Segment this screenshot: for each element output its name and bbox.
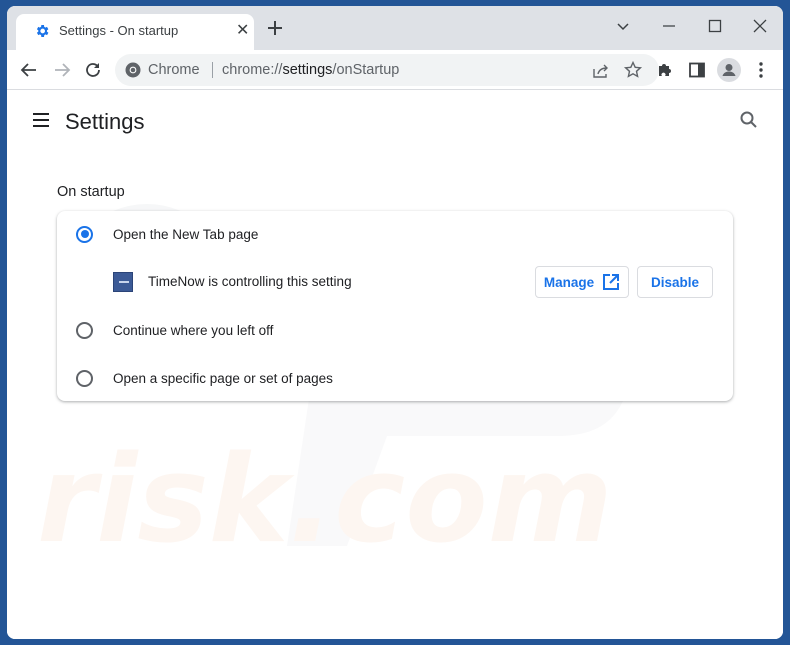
page-title: Settings (65, 109, 145, 134)
close-tab-icon[interactable]: ✕ (236, 20, 249, 40)
option-specific-pages[interactable]: Open a specific page or set of pages (57, 355, 733, 401)
maximize-icon[interactable] (703, 14, 727, 38)
bookmark-star-icon[interactable] (623, 60, 643, 80)
forward-icon[interactable] (50, 58, 74, 82)
settings-page: risk.com Settings On startup Open the Ne… (7, 91, 783, 639)
option-label: Open the New Tab page (113, 226, 259, 242)
tab-search-icon[interactable] (611, 14, 635, 38)
minimize-icon[interactable] (657, 14, 681, 38)
extensions-icon[interactable] (653, 58, 677, 82)
open-in-new-icon (603, 274, 620, 290)
side-panel-icon[interactable] (685, 58, 709, 82)
reload-icon[interactable] (81, 58, 105, 82)
tab-title: Settings - On startup (59, 23, 179, 38)
radio-selected[interactable] (76, 225, 93, 243)
back-icon[interactable] (17, 58, 41, 82)
tab-strip: Settings - On startup ✕ (7, 6, 783, 50)
manage-button[interactable]: Manage (535, 266, 629, 298)
menu-icon[interactable] (31, 110, 51, 130)
extension-notice: TimeNow is controlling this setting (148, 274, 352, 289)
search-icon[interactable] (738, 109, 760, 131)
option-continue[interactable]: Continue where you left off (57, 307, 733, 353)
close-window-icon[interactable] (748, 14, 772, 38)
chrome-icon (125, 62, 141, 78)
startup-options-card: Open the New Tab page TimeNow is control… (57, 211, 733, 401)
radio-unselected[interactable] (76, 321, 93, 339)
disable-label: Disable (650, 274, 700, 290)
option-new-tab[interactable]: Open the New Tab page (57, 211, 733, 257)
profile-avatar[interactable] (717, 58, 741, 82)
more-menu-icon[interactable] (749, 58, 773, 82)
share-icon[interactable] (591, 60, 611, 80)
manage-label: Manage (543, 274, 595, 290)
address-bar[interactable]: Chrome chrome://settings/onStartup (115, 54, 659, 86)
new-tab-icon[interactable] (265, 18, 285, 38)
tab-settings[interactable]: Settings - On startup ✕ (16, 14, 254, 50)
option-label: Continue where you left off (113, 322, 274, 338)
gear-icon (36, 25, 49, 37)
omnibox-separator (212, 62, 213, 78)
svg-text:risk.com: risk.com (37, 431, 613, 570)
radio-unselected[interactable] (76, 369, 93, 387)
url-text[interactable]: chrome://settings/onStartup (222, 62, 399, 78)
option-label: Open a specific page or set of pages (113, 370, 333, 386)
timenow-extension-icon (113, 272, 133, 292)
disable-button[interactable]: Disable (637, 266, 713, 298)
omnibox-chip-label: Chrome (148, 62, 200, 78)
toolbar: Chrome chrome://settings/onStartup (7, 50, 783, 90)
section-title: On startup (57, 184, 125, 200)
browser-window: Settings - On startup ✕ Chrome chrome://… (7, 6, 783, 639)
